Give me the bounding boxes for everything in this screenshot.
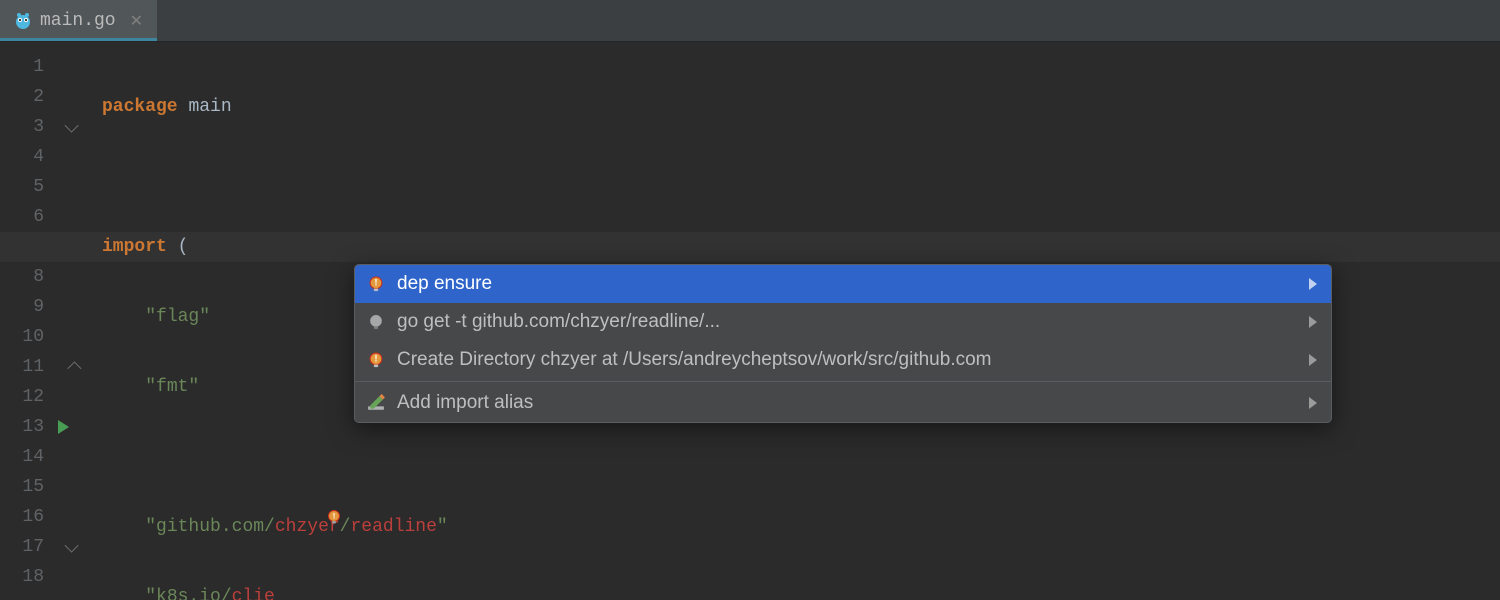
line-number: 17 <box>0 532 44 562</box>
fold-icon[interactable] <box>65 119 79 133</box>
line-number-gutter: 1 2 3 4 5 6 7 8 9 10 11 12 13 14 15 16 1… <box>0 42 58 592</box>
intention-item-go-get[interactable]: go get -t github.com/chzyer/readline/... <box>355 303 1331 341</box>
line-number: 13 <box>0 412 44 442</box>
intention-label: Create Directory chzyer at /Users/andrey… <box>397 349 992 371</box>
line-number: 16 <box>0 502 44 532</box>
line-number: 4 <box>0 142 44 172</box>
close-icon[interactable]: ✕ <box>130 11 143 31</box>
tab-title: main.go <box>40 11 116 31</box>
go-file-icon <box>14 12 32 30</box>
code: package main <box>102 97 232 117</box>
submenu-arrow-icon <box>1309 278 1317 290</box>
editor[interactable]: 1 2 3 4 5 6 7 8 9 10 11 12 13 14 15 16 1… <box>0 42 1500 600</box>
gutter-marks <box>58 42 102 592</box>
bulb-icon <box>367 313 385 331</box>
code: import ( <box>102 237 188 257</box>
line-number: 5 <box>0 172 44 202</box>
line-number: 14 <box>0 442 44 472</box>
fold-icon[interactable] <box>67 361 81 375</box>
run-gutter-icon[interactable] <box>58 420 69 434</box>
line-number: 9 <box>0 292 44 322</box>
line-number: 1 <box>0 52 44 82</box>
pencil-icon <box>367 394 385 412</box>
svg-text:!: ! <box>332 513 337 522</box>
submenu-arrow-icon <box>1309 397 1317 409</box>
submenu-arrow-icon <box>1309 316 1317 328</box>
intention-item-create-dir[interactable]: ! Create Directory chzyer at /Users/andr… <box>355 341 1331 379</box>
line-number: 15 <box>0 472 44 502</box>
fold-icon[interactable] <box>65 539 79 553</box>
intention-label: go get -t github.com/chzyer/readline/... <box>397 311 720 333</box>
line-number: 3 <box>0 112 44 142</box>
line-number: 10 <box>0 322 44 352</box>
code: "k8s.io/clie <box>102 587 275 600</box>
line-number: 6 <box>0 202 44 232</box>
popup-separator <box>355 381 1331 382</box>
line-number: 18 <box>0 562 44 592</box>
code: "flag" <box>102 307 210 327</box>
code: "fmt" <box>102 377 199 397</box>
intention-bulb-icon[interactable]: ! <box>240 476 342 566</box>
intention-actions-popup: ! dep ensure go get -t github.com/chzyer… <box>354 264 1332 423</box>
bulb-error-icon: ! <box>367 351 385 369</box>
bulb-error-icon: ! <box>367 275 385 293</box>
svg-text:!: ! <box>375 278 378 288</box>
line-number: 12 <box>0 382 44 412</box>
intention-item-add-alias[interactable]: Add import alias <box>355 384 1331 422</box>
line-number: 11 <box>0 352 44 382</box>
tab-bar: main.go ✕ <box>0 0 1500 42</box>
svg-text:!: ! <box>375 354 378 364</box>
intention-label: dep ensure <box>397 273 492 295</box>
tab-main-go[interactable]: main.go ✕ <box>0 0 157 41</box>
submenu-arrow-icon <box>1309 354 1317 366</box>
intention-item-dep-ensure[interactable]: ! dep ensure <box>355 265 1331 303</box>
intention-label: Add import alias <box>397 392 533 414</box>
line-number: 8 <box>0 262 44 292</box>
line-number: 2 <box>0 82 44 112</box>
